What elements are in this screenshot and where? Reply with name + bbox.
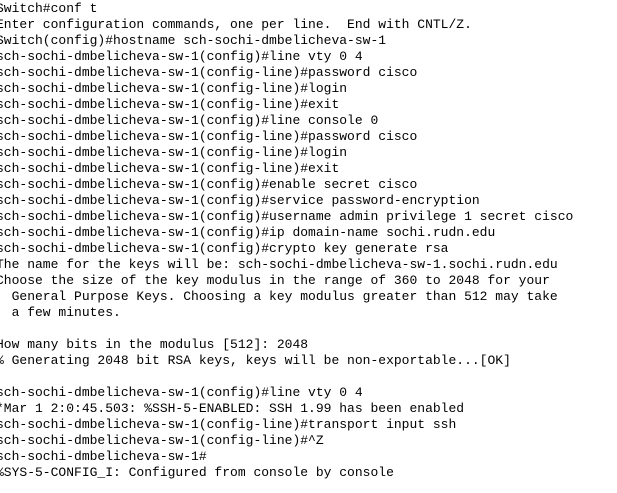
terminal-line: sch-sochi-dmbelicheva-sw-1(config)#line … [0, 49, 363, 64]
terminal-line: *Mar 1 2:0:45.503: %SSH-5-ENABLED: SSH 1… [0, 401, 465, 416]
terminal-line: Switch#conf t [0, 1, 98, 16]
terminal-line: sch-sochi-dmbelicheva-sw-1(config)#crypt… [0, 241, 449, 256]
terminal-window[interactable]: Switch#conf t Enter configuration comman… [0, 1, 617, 493]
terminal-line: sch-sochi-dmbelicheva-sw-1# [0, 449, 207, 464]
terminal-line: sch-sochi-dmbelicheva-sw-1(config)#usern… [0, 209, 574, 224]
terminal-line: sch-sochi-dmbelicheva-sw-1(config-line)#… [0, 129, 418, 144]
terminal-line: How many bits in the modulus [512]: 2048 [0, 337, 309, 352]
terminal-line: sch-sochi-dmbelicheva-sw-1(config-line)#… [0, 433, 324, 448]
terminal-line: Choose the size of the key modulus in th… [0, 273, 550, 288]
terminal-line: sch-sochi-dmbelicheva-sw-1(config-line)#… [0, 65, 418, 80]
terminal-line: sch-sochi-dmbelicheva-sw-1(config)#ip do… [0, 225, 496, 240]
terminal-line: % Generating 2048 bit RSA keys, keys wil… [0, 353, 511, 368]
terminal-line: Switch(config)#hostname sch-sochi-dmbeli… [0, 33, 387, 48]
terminal-line: %SYS-5-CONFIG_I: Configured from console… [0, 465, 394, 480]
terminal-line: sch-sochi-dmbelicheva-sw-1(config)#enabl… [0, 177, 418, 192]
terminal-line: sch-sochi-dmbelicheva-sw-1(config-line)#… [0, 81, 348, 96]
terminal-line: sch-sochi-dmbelicheva-sw-1(config-line)#… [0, 145, 348, 160]
terminal-line: a few minutes. [0, 305, 121, 320]
terminal-line: sch-sochi-dmbelicheva-sw-1(config)#line … [0, 385, 363, 400]
terminal-line: Enter configuration commands, one per li… [0, 17, 472, 32]
terminal-line: sch-sochi-dmbelicheva-sw-1(config)#servi… [0, 193, 480, 208]
terminal-line: sch-sochi-dmbelicheva-sw-1(config-line)#… [0, 97, 340, 112]
terminal-line: The name for the keys will be: sch-sochi… [0, 257, 558, 272]
terminal-line: sch-sochi-dmbelicheva-sw-1(config-line)#… [0, 417, 457, 432]
terminal-line: sch-sochi-dmbelicheva-sw-1(config)#line … [0, 113, 379, 128]
terminal-line: General Purpose Keys. Choosing a key mod… [0, 289, 558, 304]
terminal-line: sch-sochi-dmbelicheva-sw-1(config-line)#… [0, 161, 340, 176]
